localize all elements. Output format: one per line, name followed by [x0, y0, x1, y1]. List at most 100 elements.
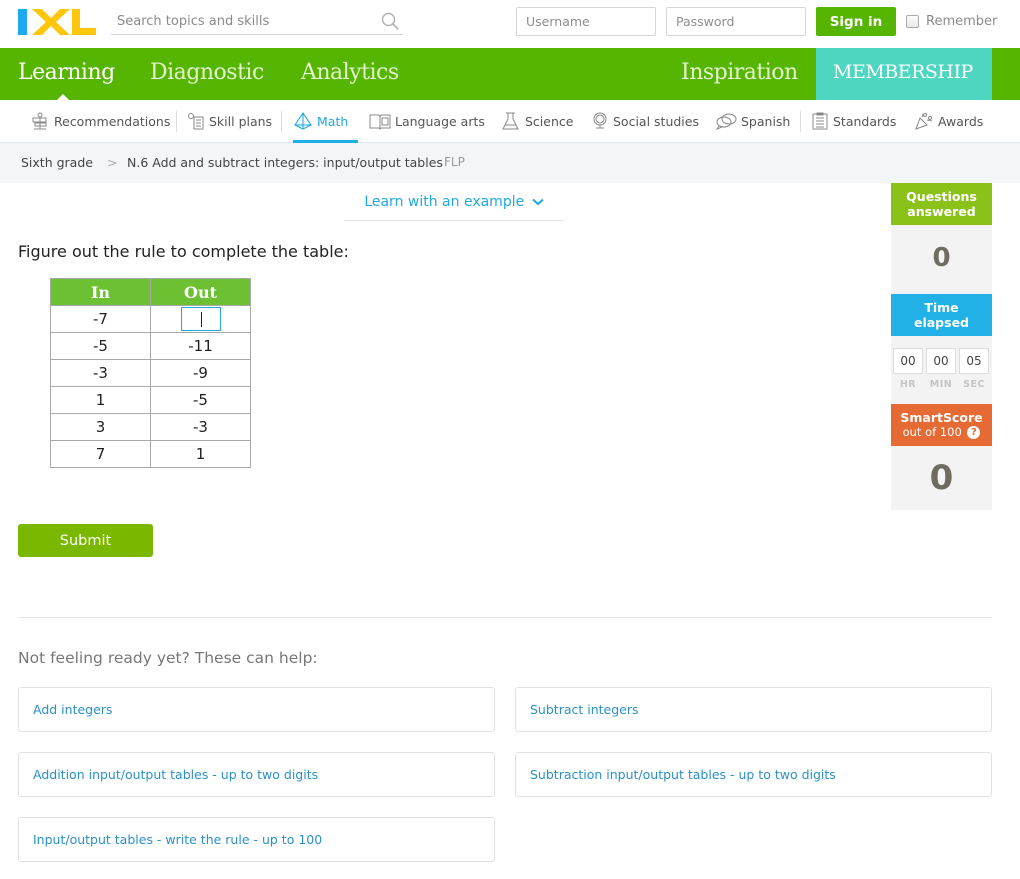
- divider: [18, 617, 992, 618]
- nav-learning[interactable]: Learning: [18, 60, 115, 85]
- answer-input[interactable]: [180, 307, 221, 331]
- nav-membership[interactable]: MEMBERSHIP: [816, 48, 992, 100]
- out-of-label: out of 100: [902, 425, 962, 439]
- remember-checkbox[interactable]: [906, 15, 919, 28]
- subnav-label: Social studies: [613, 113, 699, 129]
- help-link-label[interactable]: Add integers: [33, 702, 112, 717]
- skill-plans-icon: [188, 113, 204, 130]
- breadcrumb: Sixth grade > N.6 Add and subtract integ…: [0, 143, 1020, 183]
- time-elapsed-header: Time elapsed: [891, 294, 992, 336]
- skill-code: FLP: [444, 155, 465, 169]
- subnav-standards[interactable]: Standards: [811, 100, 896, 142]
- table-row: -3 -9: [50, 359, 251, 387]
- globe-icon: [593, 112, 607, 129]
- help-link-label[interactable]: Subtraction input/output tables - up to …: [530, 767, 836, 782]
- subnav-social-studies[interactable]: Social studies: [591, 100, 699, 142]
- breadcrumb-chevron-icon: >: [107, 155, 118, 170]
- help-link-label[interactable]: Addition input/output tables - up to two…: [33, 767, 318, 782]
- book-icon: [369, 114, 391, 130]
- subnav-label: Language arts: [395, 113, 485, 129]
- subnav-spanish[interactable]: Spanish: [715, 100, 790, 142]
- smartscore-header: SmartScore out of 100 ?: [891, 404, 992, 446]
- subnav-label: Standards: [833, 113, 897, 129]
- signpost-icon: [32, 112, 47, 130]
- questions-label: Questions: [906, 189, 977, 204]
- smartscore-label: SmartScore: [900, 410, 983, 425]
- cell-in: 7: [50, 440, 151, 468]
- ixl-logo[interactable]: [18, 9, 96, 35]
- nav-analytics[interactable]: Analytics: [301, 60, 399, 85]
- subnav-awards[interactable]: Awards: [914, 100, 983, 142]
- help-link-addition-io-tables[interactable]: Addition input/output tables - up to two…: [18, 752, 495, 797]
- subject-nav: Recommendations Skill plans Math Languag…: [0, 100, 1020, 143]
- timer-seconds-label: SEC: [963, 379, 985, 390]
- nav-inspiration[interactable]: Inspiration: [681, 60, 798, 85]
- search-box: [111, 8, 403, 35]
- divider: [800, 111, 801, 132]
- elapsed-label: elapsed: [913, 315, 969, 330]
- nav-diagnostic[interactable]: Diagnostic: [150, 60, 264, 85]
- subnav-label: Skill plans: [209, 113, 273, 129]
- time-elapsed-body: 00 00 05 HR MIN SEC: [891, 336, 992, 404]
- chevron-down-icon: [532, 198, 544, 206]
- cell-out: -11: [150, 332, 251, 360]
- flask-icon: [502, 112, 519, 130]
- help-link-io-tables-write-rule[interactable]: Input/output tables - write the rule - u…: [18, 817, 495, 862]
- subnav-label: Recommendations: [54, 113, 171, 129]
- cell-out: [150, 305, 251, 333]
- help-question-icon[interactable]: ?: [967, 426, 981, 439]
- breadcrumb-grade[interactable]: Sixth grade: [21, 155, 93, 170]
- time-label: Time: [924, 300, 959, 315]
- cell-in: 3: [50, 413, 151, 441]
- help-link-subtract-integers[interactable]: Subtract integers: [515, 687, 992, 732]
- smartscore-value: 0: [891, 446, 992, 510]
- smartscore-sublabel: out of 100 ?: [891, 425, 992, 440]
- search-input[interactable]: [111, 8, 371, 34]
- table-row: -5 -11: [50, 332, 251, 360]
- subnav-language-arts[interactable]: Language arts: [369, 100, 485, 142]
- clipboard-icon: [812, 112, 828, 130]
- help-link-subtraction-io-tables[interactable]: Subtraction input/output tables - up to …: [515, 752, 992, 797]
- help-link-add-integers[interactable]: Add integers: [18, 687, 495, 732]
- cell-in: 1: [50, 386, 151, 414]
- cell-in: -5: [50, 332, 151, 360]
- questions-answered-header: Questions answered: [891, 183, 992, 225]
- learn-label: Learn with an example: [364, 194, 525, 210]
- search-icon[interactable]: [381, 12, 399, 30]
- questions-answered-value: 0: [891, 225, 992, 294]
- subnav-recommendations[interactable]: Recommendations: [30, 100, 170, 142]
- subnav-science[interactable]: Science: [501, 100, 573, 142]
- subnav-label: Science: [525, 113, 574, 129]
- cell-out: -5: [150, 386, 251, 414]
- cell-out: -9: [150, 359, 251, 387]
- membership-label: MEMBERSHIP: [833, 61, 973, 83]
- timer-minutes-label: MIN: [929, 379, 953, 390]
- learn-with-example-link[interactable]: Learn with an example: [344, 184, 564, 221]
- remember-checkbox-group[interactable]: Remember: [906, 14, 997, 29]
- table-row: 1 -5: [50, 386, 251, 414]
- submit-button[interactable]: Submit: [18, 524, 153, 557]
- timer-minutes: 00: [926, 348, 956, 374]
- password-input[interactable]: [666, 7, 806, 36]
- main-nav: Learning Diagnostic Analytics Inspiratio…: [0, 48, 1020, 100]
- speech-bubbles-icon: [715, 113, 737, 130]
- divider: [176, 111, 177, 132]
- subnav-math[interactable]: Math: [293, 100, 358, 143]
- cell-in: -7: [50, 305, 151, 333]
- subnav-label: Awards: [938, 113, 984, 129]
- stats-sidebar: Questions answered 0 Time elapsed 00 00 …: [891, 183, 992, 510]
- timer-hours-label: HR: [899, 379, 917, 390]
- subnav-label: Spanish: [741, 113, 791, 129]
- remember-label[interactable]: Remember: [926, 14, 997, 29]
- header-in: In: [50, 278, 151, 306]
- question-prompt: Figure out the rule to complete the tabl…: [18, 242, 349, 261]
- subnav-label: Math: [317, 113, 349, 129]
- username-input[interactable]: [516, 7, 656, 36]
- help-heading: Not feeling ready yet? These can help:: [18, 649, 318, 667]
- help-link-label[interactable]: Subtract integers: [530, 702, 639, 717]
- help-link-label[interactable]: Input/output tables - write the rule - u…: [33, 832, 322, 847]
- subnav-skill-plans[interactable]: Skill plans: [187, 100, 272, 142]
- header-out: Out: [150, 278, 251, 306]
- sign-in-button[interactable]: Sign in: [816, 7, 896, 36]
- divider: [281, 111, 282, 132]
